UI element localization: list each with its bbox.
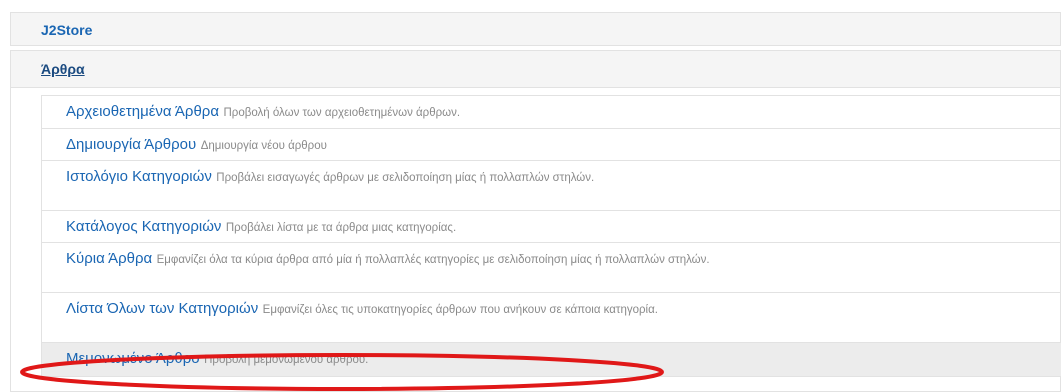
menu-item-category-list[interactable]: Κατάλογος Κατηγοριών Προβάλει λίστα με τ… (42, 211, 1061, 243)
menu-item-title[interactable]: Ιστολόγιο Κατηγοριών (66, 168, 212, 185)
menu-item-create-article[interactable]: Δημιουργία Άρθρου Δημιουργία νέου άρθρου (42, 129, 1061, 161)
menu-item-category-blog[interactable]: Ιστολόγιο Κατηγοριών Προβάλει εισαγωγές … (42, 161, 1061, 211)
section-j2store[interactable]: J2Store (10, 12, 1061, 46)
section-articles-header[interactable]: Άρθρα (11, 51, 1060, 88)
menu-item-title[interactable]: Μεμονωμένο Άρθρο (66, 350, 200, 367)
menu-item-title[interactable]: Κατάλογος Κατηγοριών (66, 218, 221, 235)
menu-item-archived-articles[interactable]: Αρχειοθετημένα Άρθρα Προβολή όλων των αρ… (42, 96, 1061, 129)
menu-item-all-categories[interactable]: Λίστα Όλων των Κατηγοριών Εμφανίζει όλες… (42, 293, 1061, 343)
menu-type-list: Αρχειοθετημένα Άρθρα Προβολή όλων των αρ… (41, 95, 1061, 377)
section-articles-label[interactable]: Άρθρα (41, 61, 85, 77)
menu-item-title[interactable]: Δημιουργία Άρθρου (66, 136, 196, 153)
menu-item-description: Προβάλει εισαγωγές άρθρων με σελιδοποίησ… (216, 172, 595, 184)
menu-item-single-article[interactable]: Μεμονωμένο Άρθρο Προβολή μεμονωμένου άρθ… (42, 343, 1061, 377)
menu-item-description: Προβάλει λίστα με τα άρθρα μιας κατηγορί… (225, 222, 457, 234)
menu-type-picker: J2Store Άρθρα Αρχειοθετημένα Άρθρα Προβο… (0, 0, 1061, 392)
menu-item-description: Προβολή όλων των αρχειοθετημένων άρθρων. (223, 107, 461, 119)
menu-item-description: Δημιουργία νέου άρθρου (200, 140, 327, 152)
menu-item-description: Εμφανίζει όλα τα κύρια άρθρα από μία ή π… (156, 254, 710, 266)
menu-item-description: Εμφανίζει όλες τις υποκατηγορίες άρθρων … (262, 304, 658, 316)
section-j2store-header[interactable]: J2Store (11, 13, 1060, 47)
section-articles: Άρθρα Αρχειοθετημένα Άρθρα Προβολή όλων … (10, 50, 1061, 392)
menu-item-title[interactable]: Λίστα Όλων των Κατηγοριών (66, 300, 258, 317)
section-j2store-label[interactable]: J2Store (41, 22, 92, 38)
menu-item-description: Προβολή μεμονωμένου άρθρου. (204, 354, 369, 366)
menu-item-featured-articles[interactable]: Κύρια Άρθρα Εμφανίζει όλα τα κύρια άρθρα… (42, 243, 1061, 293)
menu-item-title[interactable]: Κύρια Άρθρα (66, 250, 152, 267)
menu-item-title[interactable]: Αρχειοθετημένα Άρθρα (66, 103, 219, 120)
